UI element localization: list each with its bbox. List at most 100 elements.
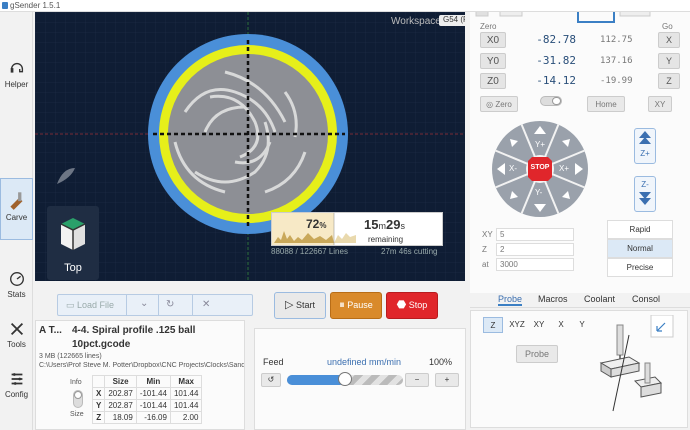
probe-axis-x[interactable]: X [551, 317, 571, 333]
sidebar-item-label: Tools [7, 340, 26, 349]
table-cell: -101.44 [135, 387, 171, 400]
zero-all-icon: ◎ [486, 100, 496, 109]
carve-icon [9, 192, 22, 210]
file-toolbar: ▭ Load File ⌄ ↻ ✕ [57, 294, 253, 316]
feed-reset-button[interactable]: ↺ [261, 373, 281, 387]
feed-label: Feed [263, 357, 284, 367]
jog-y-plus-label: Y+ [535, 140, 546, 149]
start-button[interactable]: ▷ Start [274, 292, 326, 319]
top-button[interactable] [499, 12, 523, 17]
jog-feed-input[interactable]: 3000 [496, 258, 574, 271]
jog-z-input[interactable]: 2 [496, 243, 574, 256]
probe-button[interactable]: Probe [516, 345, 558, 363]
time-minutes: 15 [364, 217, 379, 232]
tab-probe[interactable]: Probe [498, 294, 523, 306]
stop-button[interactable]: ⬣ Stop [386, 292, 438, 319]
feed-slider-thumb[interactable] [338, 372, 352, 386]
table-cell: 101.44 [169, 399, 203, 412]
sidebar: Helper Carve Stats Tools Config [0, 12, 33, 430]
file-name-line2: 10pct.gcode [72, 339, 131, 350]
progress-percent-value: 72 [306, 217, 320, 231]
load-file-button[interactable]: ▭ Load File [66, 300, 114, 311]
work-z-value[interactable]: -14.12 [518, 73, 576, 89]
stop-icon: ⬣ [396, 299, 407, 311]
probe-axis-z[interactable]: Z [483, 317, 503, 333]
table-cell: X [91, 387, 106, 400]
speed-rapid-button[interactable]: Rapid [607, 220, 673, 239]
sidebar-item-label: Carve [5, 213, 28, 222]
sidebar-item-stats[interactable]: Stats [0, 270, 33, 322]
tab-macros[interactable]: Macros [538, 294, 568, 304]
jog-z-plus-button[interactable]: Z+ [634, 128, 656, 164]
zero-all-button[interactable]: ◎ Zero [480, 96, 518, 112]
feed-increase-button[interactable]: + [435, 373, 459, 387]
run-panel: ▷ Start ⏸ Pause ⬣ Stop Feed undefined mm… [252, 292, 466, 430]
size-label: Size [70, 411, 84, 418]
tab-console[interactable]: Consol [632, 294, 660, 304]
app-logo-icon [2, 2, 8, 9]
go-x-button[interactable]: X [658, 32, 680, 48]
zero-x-button[interactable]: X0 [480, 32, 506, 48]
close-icon[interactable]: ✕ [202, 299, 210, 310]
pause-label: Pause [347, 300, 373, 310]
jog-stop-label[interactable]: STOP [491, 164, 589, 171]
view-cube[interactable]: Top [47, 206, 99, 280]
work-y-value[interactable]: -31.82 [518, 53, 576, 69]
sidebar-item-helper[interactable]: Helper [0, 60, 33, 112]
dro-row-x: X0 -82.78 112.75 X [480, 32, 690, 50]
folder-icon: ▭ [66, 300, 78, 310]
sidebar-item-label: Config [4, 390, 29, 399]
sidebar-item-tools[interactable]: Tools [0, 320, 33, 372]
jog-control: STOP Y+ Y- X- X+ [491, 120, 589, 218]
jog-z-minus-button[interactable]: Z- [634, 176, 656, 212]
reset-icon: ↺ [267, 375, 275, 384]
view-label: Top [64, 262, 82, 274]
machine-toggle[interactable] [540, 96, 562, 106]
feed-decrease-button[interactable]: − [405, 373, 429, 387]
sidebar-item-label: Stats [7, 290, 26, 299]
refresh-icon[interactable]: ↻ [166, 299, 174, 310]
file-path: C:\Users\Prof Steve M. Potter\Dropbox\CN… [39, 362, 244, 369]
go-y-button[interactable]: Y [658, 53, 680, 69]
info-size-toggle[interactable] [73, 390, 83, 408]
sidebar-item-carve[interactable]: Carve [0, 178, 33, 240]
file-size-info: 3 MB (122665 lines) [39, 353, 102, 360]
helper-icon [10, 63, 23, 73]
time-seconds-unit: s [400, 221, 405, 231]
go-xy-button[interactable]: XY [648, 96, 672, 112]
home-button[interactable]: Home [587, 96, 625, 112]
feed-slider-fill [287, 375, 345, 385]
work-x-value[interactable]: -82.78 [518, 32, 576, 48]
sidebar-item-label: Helper [4, 80, 29, 89]
stats-icon [9, 272, 24, 286]
workspace-select[interactable]: G54 (P1) [439, 15, 465, 26]
machine-x-value: 112.75 [600, 35, 633, 45]
progress-percent: 72% [306, 217, 326, 231]
jog-xy-input[interactable]: 5 [496, 228, 574, 241]
probe-axis-y[interactable]: Y [572, 317, 592, 333]
minus-icon: − [414, 375, 420, 384]
speed-normal-button[interactable]: Normal [607, 239, 673, 258]
chevron-down-icon[interactable]: ⌄ [140, 298, 148, 309]
go-z-button[interactable]: Z [658, 73, 680, 89]
top-controls [475, 12, 651, 23]
feed-slider[interactable] [287, 372, 403, 386]
z-up-icon [639, 131, 651, 144]
speed-precise-button[interactable]: Precise [607, 258, 673, 277]
jog-at-label: at [482, 260, 489, 269]
tab-coolant[interactable]: Coolant [584, 294, 615, 304]
probe-axis-xy[interactable]: XY [529, 317, 549, 333]
zero-header: Zero [480, 22, 497, 31]
load-file-label: Load File [77, 300, 115, 310]
pause-button[interactable]: ⏸ Pause [330, 292, 382, 319]
table-header-cell: Min [135, 375, 171, 388]
probe-axis-xyz[interactable]: XYZ [505, 317, 529, 333]
zero-z-button[interactable]: Z0 [480, 73, 506, 89]
time-minutes-unit: m [378, 221, 386, 231]
bounds-table: Size Min Max X 202.87 -101.44 101.44 Y 2… [91, 375, 203, 424]
jog-y-minus-label: Y- [535, 188, 543, 197]
file-info-panel: A T... 4-4. Spiral profile .125 ball 10p… [35, 320, 245, 430]
visualizer-canvas[interactable]: Workspace: G54 (P1) Top 72% 15m29s remai… [35, 12, 465, 281]
zero-y-button[interactable]: Y0 [480, 53, 506, 69]
sidebar-item-config[interactable]: Config [0, 370, 33, 422]
